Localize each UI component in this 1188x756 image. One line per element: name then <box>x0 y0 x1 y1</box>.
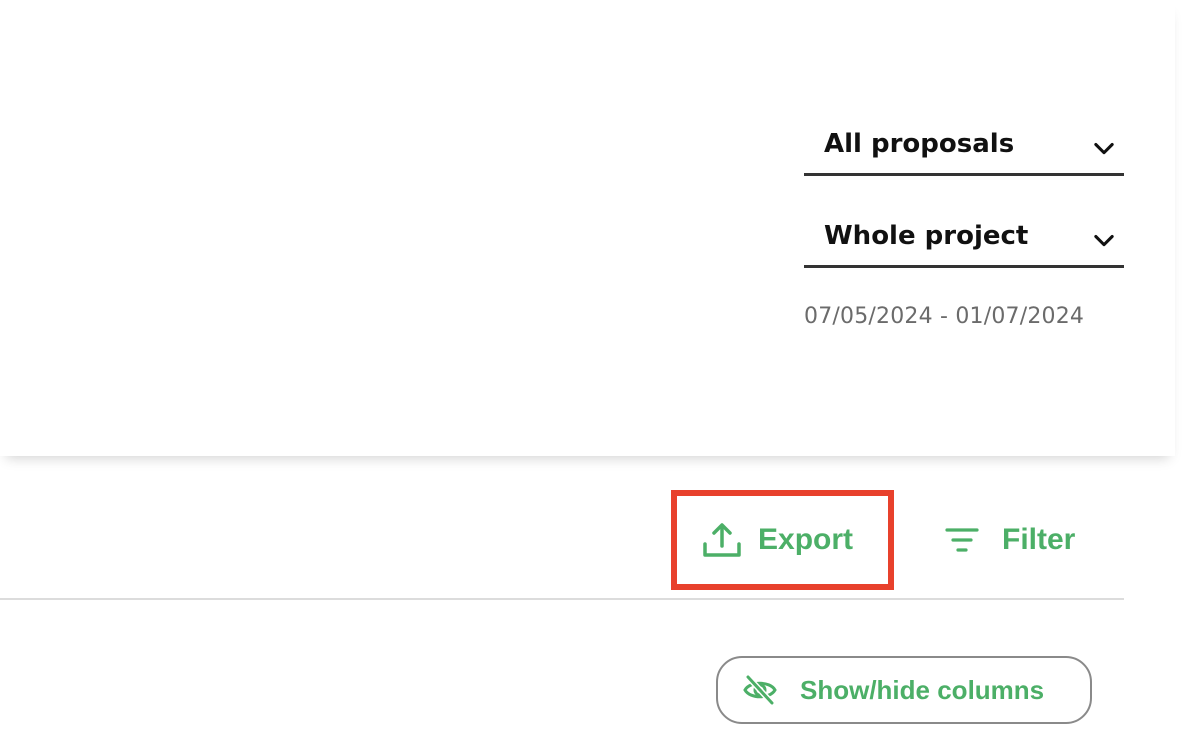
show-hide-columns-label: Show/hide columns <box>800 674 1045 705</box>
export-highlight-box <box>671 490 894 590</box>
proposal-select[interactable]: All proposals <box>804 116 1124 176</box>
proposal-select-value: All proposals <box>824 129 1015 159</box>
toolbar-divider <box>0 598 1124 600</box>
period-select-value: Whole project <box>824 221 1029 251</box>
eye-off-icon <box>743 674 777 706</box>
filter-label: Filter <box>1002 523 1076 556</box>
chevron-down-icon <box>1094 142 1114 155</box>
filter-lines-icon <box>945 528 979 552</box>
project-summary-card: All proposals Whole project 07/05/2024 -… <box>0 0 1175 456</box>
show-hide-columns-button[interactable]: Show/hide columns <box>716 656 1092 724</box>
period-select[interactable]: Whole project <box>804 208 1124 268</box>
date-range-text: 07/05/2024 - 01/07/2024 <box>804 304 1085 329</box>
chevron-down-icon <box>1094 234 1114 247</box>
filter-button[interactable]: Filter <box>944 520 1075 560</box>
